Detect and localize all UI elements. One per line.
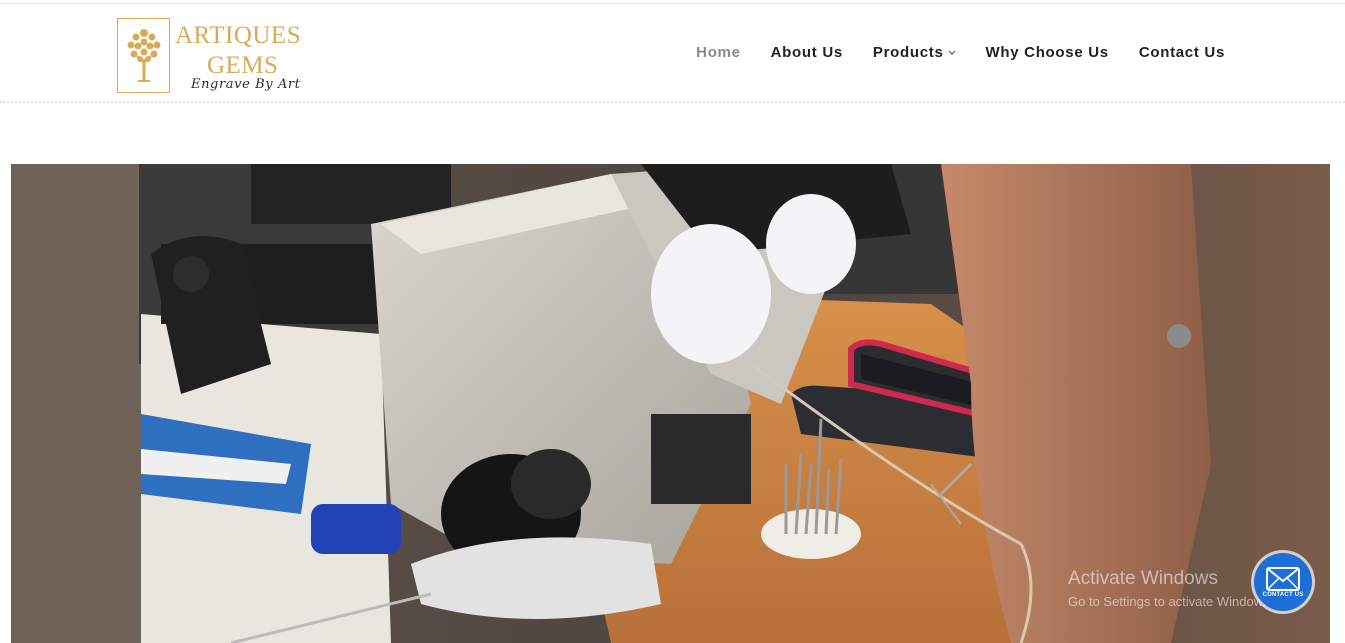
- main-nav: Home About Us Products Why Choose Us Con…: [696, 44, 1225, 61]
- windows-activation-watermark: Activate Windows Go to Settings to activ…: [1068, 568, 1273, 609]
- tree-icon: [117, 18, 170, 93]
- brand-name-line2: GEMS: [207, 52, 279, 79]
- brand-tagline: Engrave By Art: [191, 77, 301, 92]
- nav-contact-us[interactable]: Contact Us: [1139, 44, 1225, 61]
- nav-home[interactable]: Home: [696, 44, 740, 61]
- nav-about-us[interactable]: About Us: [771, 44, 843, 61]
- watermark-title: Activate Windows: [1068, 568, 1218, 589]
- nav-why-choose-us[interactable]: Why Choose Us: [986, 44, 1109, 61]
- envelope-icon: [1266, 566, 1300, 591]
- header-divider: [0, 101, 1345, 103]
- nav-products[interactable]: Products: [873, 44, 956, 61]
- watermark-subtitle: Go to Settings to activate Windows.: [1068, 594, 1274, 609]
- contact-us-button[interactable]: CONTACT US: [1254, 553, 1312, 611]
- site-logo[interactable]: ARTIQUES GEMS Engrave By Art: [117, 18, 317, 98]
- chevron-down-icon: [948, 50, 955, 55]
- top-border: [0, 3, 1345, 4]
- contact-us-label: CONTACT US: [1262, 591, 1304, 598]
- brand-name-line1: ARTIQUES: [175, 22, 302, 49]
